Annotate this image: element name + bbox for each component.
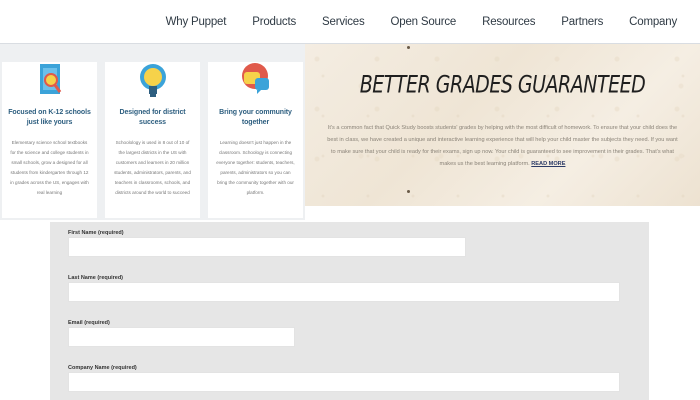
chat-bubbles-icon (241, 63, 269, 94)
feature-card-title: Designed for district success (119, 109, 186, 126)
nav-item-services[interactable]: Services (309, 16, 378, 28)
nav-item-resources[interactable]: Resources (469, 16, 548, 28)
top-navigation: Why Puppet Products Services Open Source… (0, 0, 700, 44)
feature-card-district: Designed for district success Schoololog… (105, 62, 200, 218)
nav-item-partners[interactable]: Partners (548, 16, 616, 28)
email-label: Email (required) (68, 320, 110, 326)
company-name-field[interactable] (68, 372, 620, 392)
nav-item-products[interactable]: Products (239, 16, 309, 28)
hero-title: BETTER GRADES GUARANTEED (359, 71, 646, 99)
last-name-label: Last Name (required) (68, 275, 124, 281)
first-name-field[interactable] (68, 237, 466, 257)
feature-card-title: Bring your community together (219, 109, 292, 126)
email-field[interactable] (68, 327, 295, 347)
feature-card-title: Focused on K-12 schools just like yours (8, 109, 91, 126)
nav-menu: Why Puppet Products Services Open Source… (153, 0, 690, 44)
feature-card-k12: Focused on K-12 schools just like yours … (2, 62, 97, 218)
company-name-label: Company Name (required) (68, 365, 137, 371)
feature-card-body: Schoolology is used in 8 out of 10 of th… (114, 140, 191, 195)
hero-paragraph: It's a common fact that Quick Study boos… (327, 125, 678, 167)
decorative-dot (407, 190, 410, 193)
feature-card-community: Bring your community together Learning d… (208, 62, 303, 218)
nav-item-company[interactable]: Company (616, 16, 690, 28)
decorative-dot (407, 46, 410, 49)
magnifier-on-document-icon (39, 64, 61, 94)
nav-item-open-source[interactable]: Open Source (378, 16, 470, 28)
feature-card-body: Learning doesn't just happen in the clas… (216, 140, 295, 195)
feature-cards-section: Focused on K-12 schools just like yours … (0, 44, 305, 220)
first-name-label: First Name (required) (68, 230, 124, 236)
signup-form: First Name (required) Last Name (require… (50, 222, 649, 400)
read-more-link[interactable]: READ MORE (531, 161, 565, 167)
hero-banner: BETTER GRADES GUARANTEED It's a common f… (305, 44, 700, 206)
lightbulb-icon (139, 64, 166, 97)
nav-item-why-puppet[interactable]: Why Puppet (153, 16, 240, 28)
last-name-field[interactable] (68, 282, 620, 302)
hero-text: It's a common fact that Quick Study boos… (325, 122, 680, 170)
feature-card-body: Elementary science school textbooks for … (10, 140, 89, 195)
